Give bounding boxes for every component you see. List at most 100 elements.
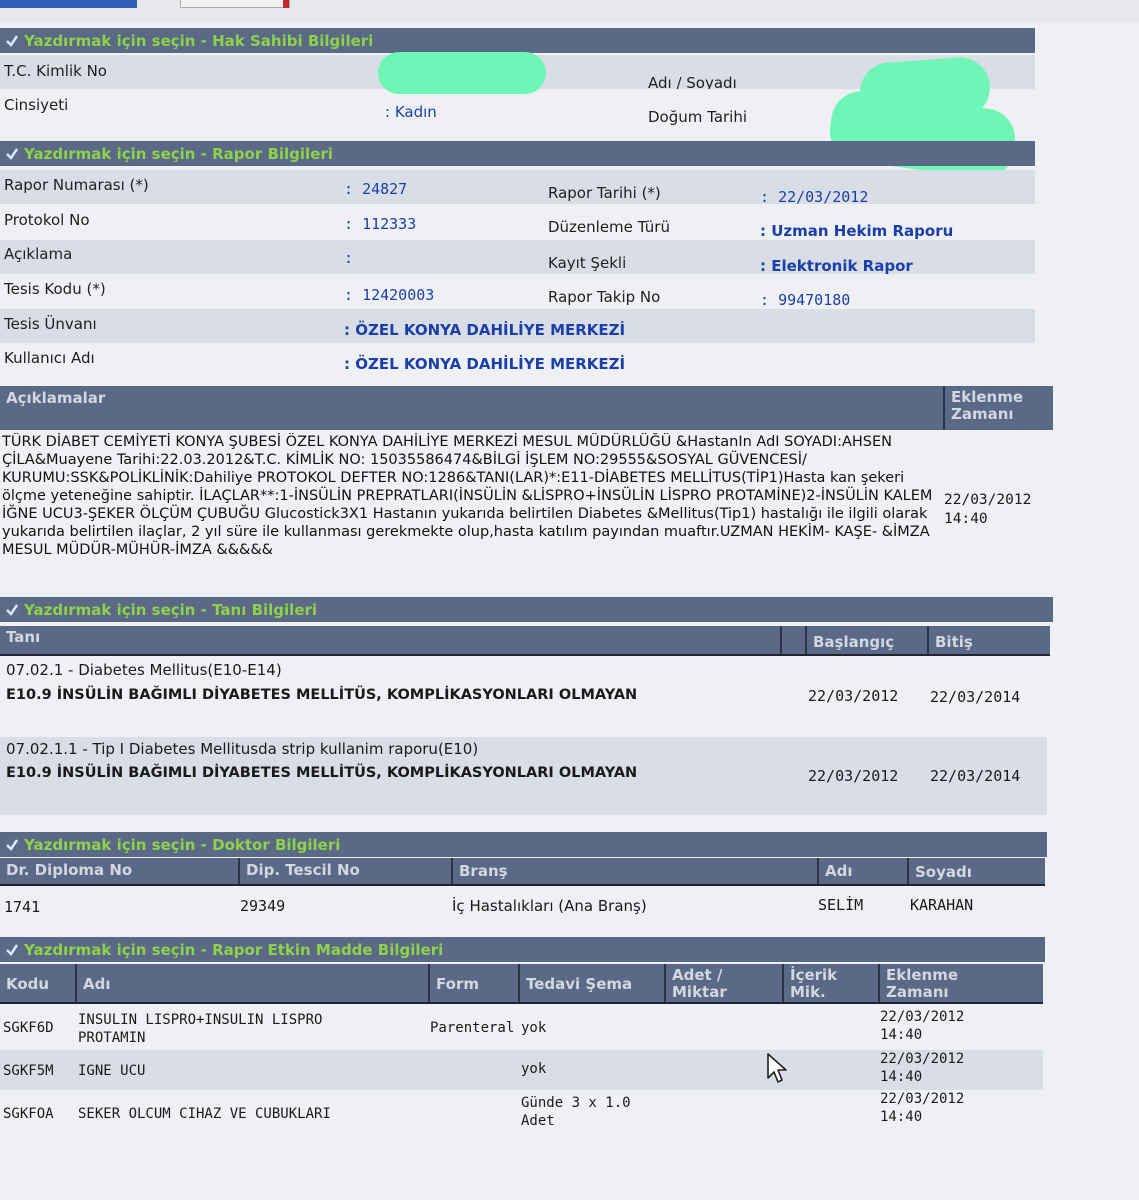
eklenme-header-label: Eklenme Zamanı (943, 386, 1053, 430)
takip-value: : 99470180 (760, 291, 851, 309)
doktor-header-tescil: Dip. Tescil No (238, 858, 451, 884)
etkin-form: Parenteral (430, 1020, 515, 1036)
cinsiyet-label: Cinsiyeti (4, 96, 69, 114)
row-rapor-no: Rapor Numarası (*) : 24827 Rapor Tarihi … (0, 170, 1035, 206)
checkmark-icon (4, 941, 20, 958)
checkbox-tani[interactable] (4, 601, 20, 618)
checkbox-hak-sahibi[interactable] (4, 32, 20, 49)
doktor-header-adi: Adı (817, 858, 907, 884)
rapor-no-label: Rapor Numarası (*) (4, 176, 149, 194)
etkin-date: 22/03/2012 (880, 1009, 965, 1025)
tani-header-tani: Tanı (6, 628, 41, 646)
etkin-date: 22/03/2012 (880, 1091, 965, 1107)
doktor-header-brans: Branş (451, 858, 817, 884)
aciklamalar-text: TÜRK DİABET CEMİYETİ KONYA ŞUBESİ ÖZEL K… (2, 434, 933, 558)
kayit-label: Kayıt Şekli (548, 254, 627, 272)
rapor-tarihi-label: Rapor Tarihi (*) (548, 184, 661, 202)
etkin-row: SGKFOA SEKER OLCUM CIHAZ VE CUBUKLARI Gü… (0, 1091, 1043, 1133)
tani-header-baslangic: Başlangıç (805, 626, 927, 654)
tani-header-bitis: Bitiş (927, 626, 1050, 654)
etkin-adi: IGNE UCU (78, 1063, 146, 1079)
etkin-header-tedavi: Tedavi Şema (518, 964, 664, 1002)
aciklamalar-date: 22/03/2012 (944, 492, 1032, 508)
tesis-kodu-label: Tesis Kodu (*) (4, 280, 106, 298)
tani-row: 07.02.1.1 - Tip I Diabetes Mellitusda st… (0, 737, 1047, 815)
top-tab-active[interactable] (0, 0, 137, 8)
duzenleme-label: Düzenleme Türü (548, 218, 670, 236)
top-tab-strip (0, 0, 1139, 22)
etkin-header-icerik: İçerik Mik. (782, 964, 878, 1002)
section-title: Yazdırmak için seçin - Rapor Bilgileri (24, 144, 333, 163)
rapor-no-value: : 24827 (344, 180, 408, 198)
tesis-unvani-value: : ÖZEL KONYA DAHİLİYE MERKEZİ (344, 321, 626, 339)
kullanici-value: : ÖZEL KONYA DAHİLİYE MERKEZİ (344, 355, 626, 373)
aciklamalar-time: 14:40 (944, 511, 988, 527)
protokol-value: : 112333 (344, 215, 417, 233)
etkin-tedavi: yok (521, 1020, 547, 1036)
aciklamalar-header: Açıklamalar Eklenme Zamanı (0, 386, 1053, 430)
top-tab[interactable] (180, 0, 290, 8)
section-title: Yazdırmak için seçin - Doktor Bilgileri (24, 835, 341, 854)
tc-kimlik-label: T.C. Kimlik No (4, 62, 107, 80)
etkin-adi: INSULIN LISPRO+INSULIN LISPRO PROTAMIN (78, 1012, 323, 1046)
cinsiyet-value: : Kadın (385, 103, 437, 121)
doktor-adi: SELİM (818, 896, 864, 914)
etkin-header-adet: Adet / Miktar (664, 964, 782, 1002)
etkin-kodu: SGKF6D (3, 1020, 54, 1036)
checkmark-icon (4, 836, 20, 853)
tani-header: Tanı Başlangıç Bitiş (0, 626, 1050, 656)
doktor-tescil: 29349 (240, 897, 286, 915)
tani-bitis: 22/03/2014 (930, 767, 1021, 785)
tani-bitis: 22/03/2014 (930, 688, 1021, 706)
etkin-kodu: SGKFOA (3, 1106, 54, 1122)
aciklama-value: : (344, 249, 354, 267)
tani-row: 07.02.1 - Diabetes Mellitus(E10-E14) E10… (0, 658, 1047, 735)
mouse-cursor-icon (767, 1053, 787, 1083)
tesis-unvani-label: Tesis Ünvanı (4, 315, 97, 333)
section-hak-sahibi: Yazdırmak için seçin - Hak Sahibi Bilgil… (0, 28, 1035, 53)
protokol-label: Protokol No (4, 211, 90, 229)
etkin-date: 22/03/2012 (880, 1051, 965, 1067)
etkin-time: 14:40 (880, 1069, 923, 1085)
rapor-tarihi-value: : 22/03/2012 (760, 188, 869, 206)
tani-group: 07.02.1 - Diabetes Mellitus(E10-E14) (6, 661, 282, 679)
section-title: Yazdırmak için seçin - Hak Sahibi Bilgil… (24, 31, 374, 50)
row-kullanici: Kullanıcı Adı : ÖZEL KONYA DAHİLİYE MERK… (0, 343, 1035, 377)
etkin-tedavi: yok (521, 1061, 547, 1077)
etkin-kodu: SGKF5M (3, 1063, 54, 1079)
etkin-header-kodu: Kodu (6, 975, 50, 993)
tani-baslangic: 22/03/2012 (808, 767, 899, 785)
aciklamalar-header-label: Açıklamalar (6, 389, 106, 407)
tani-group: 07.02.1.1 - Tip I Diabetes Mellitusda st… (6, 740, 479, 758)
takip-label: Rapor Takip No (548, 288, 661, 306)
etkin-row: SGKF5M IGNE UCU yok 22/03/2012 14:40 (0, 1050, 1043, 1090)
etkin-time: 14:40 (880, 1027, 923, 1043)
section-tani: Yazdırmak için seçin - Tanı Bilgileri (0, 597, 1053, 622)
doktor-header: Dr. Diploma No Dip. Tescil No Branş Adı … (0, 858, 1045, 886)
tani-header-spacer (780, 626, 805, 654)
section-rapor: Yazdırmak için seçin - Rapor Bilgileri (0, 141, 1035, 166)
kayit-value: : Elektronik Rapor (760, 257, 913, 275)
doktor-brans: İç Hastalıkları (Ana Branş) (452, 897, 647, 915)
checkbox-etkin-madde[interactable] (4, 941, 20, 958)
tesis-kodu-value: : 12420003 (344, 286, 435, 304)
doktor-header-diploma: Dr. Diploma No (6, 861, 133, 879)
section-title: Yazdırmak için seçin - Tanı Bilgileri (24, 600, 318, 619)
section-etkin-madde: Yazdırmak için seçin - Rapor Etkin Madde… (0, 937, 1045, 962)
checkmark-icon (4, 32, 20, 49)
top-tab-red-marker (283, 0, 289, 8)
checkbox-doktor[interactable] (4, 836, 20, 853)
etkin-header-form: Form (428, 964, 518, 1002)
etkin-row: SGKF6D INSULIN LISPRO+INSULIN LISPRO PRO… (0, 1006, 1043, 1048)
redaction-tc (378, 52, 546, 94)
etkin-adi: SEKER OLCUM CIHAZ VE CUBUKLARI (78, 1106, 331, 1122)
aciklama-label: Açıklama (4, 245, 73, 263)
etkin-header-eklenme: Eklenme Zamanı (878, 964, 1026, 1002)
doktor-row: 1741 29349 İç Hastalıkları (Ana Branş) S… (0, 888, 1045, 930)
duzenleme-value: : Uzman Hekim Raporu (760, 222, 954, 240)
etkin-tedavi: Günde 3 x 1.0 Adet (521, 1095, 631, 1129)
checkbox-rapor[interactable] (4, 145, 20, 162)
row-tesis-kodu: Tesis Kodu (*) : 12420003 Rapor Takip No… (0, 275, 1035, 309)
etkin-time: 14:40 (880, 1109, 923, 1125)
doktor-soyadi: KARAHAN (910, 896, 974, 914)
